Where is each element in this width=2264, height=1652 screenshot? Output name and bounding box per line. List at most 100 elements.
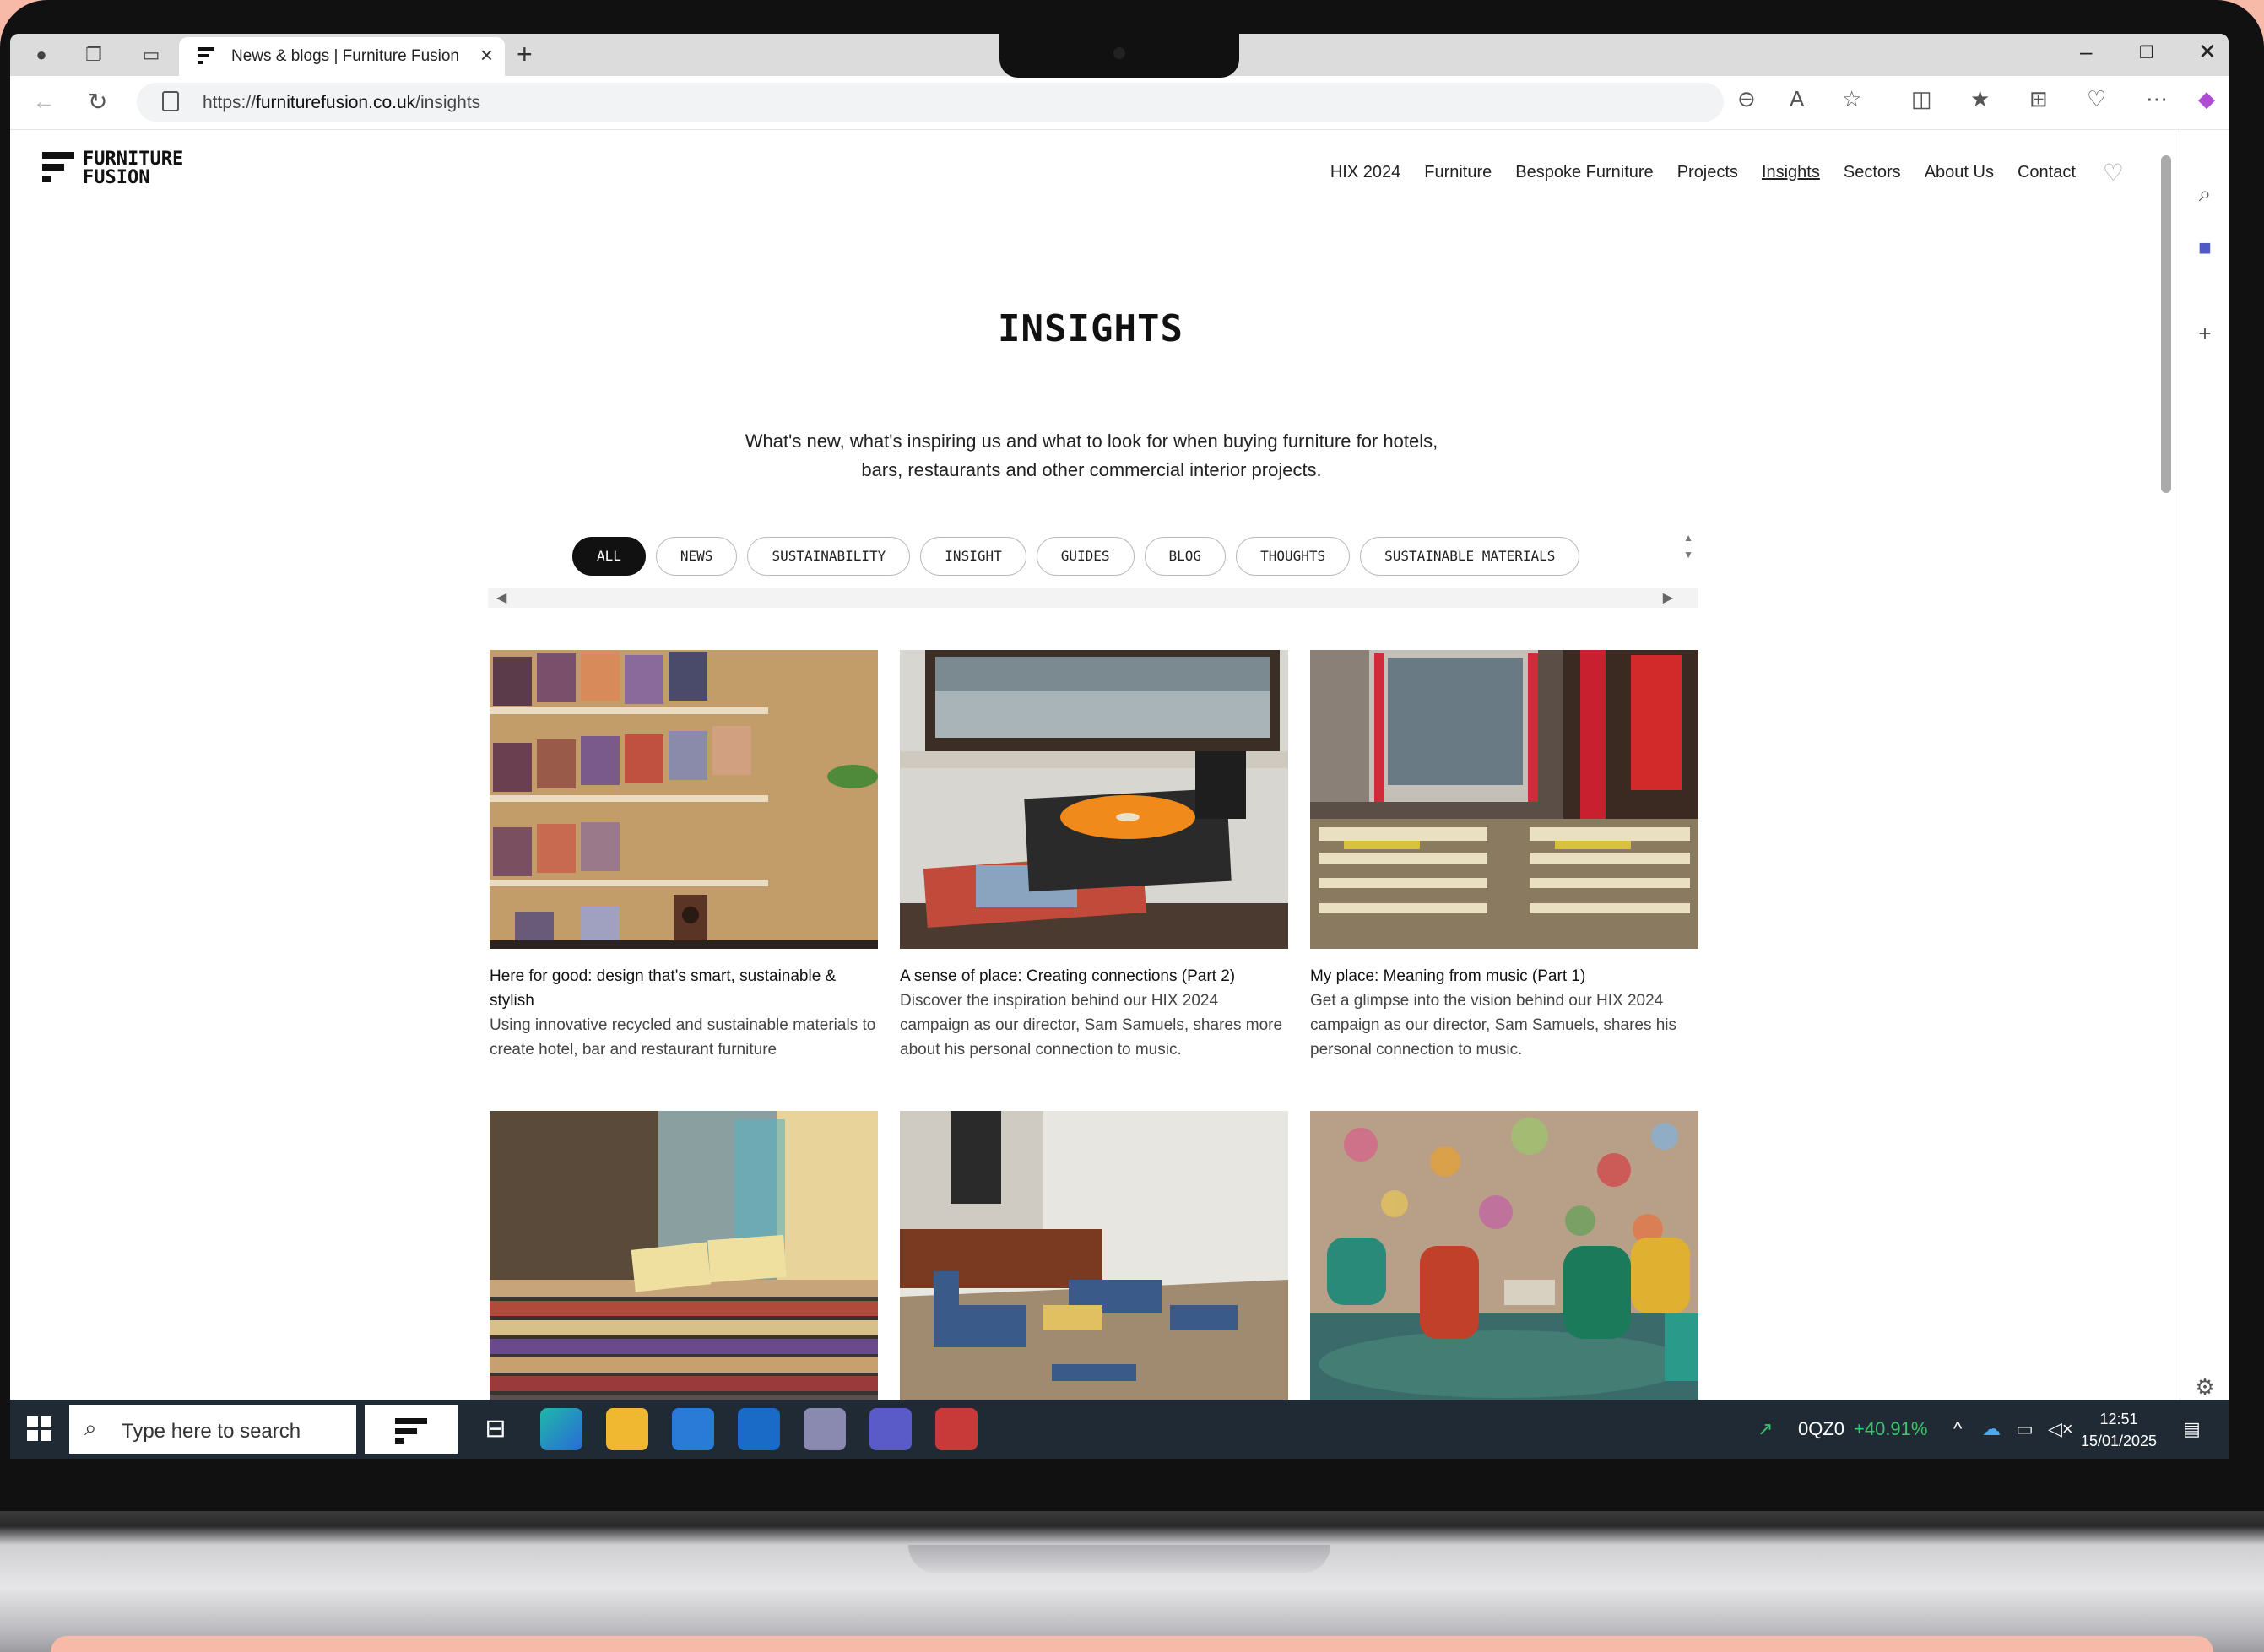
search-placeholder: Type here to search bbox=[122, 1420, 301, 1443]
more-menu-icon[interactable]: ⋯ bbox=[2146, 86, 2168, 112]
page-vertical-scrollbar[interactable] bbox=[2154, 130, 2180, 1400]
filter-guides[interactable]: GUIDES bbox=[1036, 537, 1135, 576]
new-tab-icon[interactable]: + bbox=[517, 39, 533, 70]
sidebar-settings-icon[interactable]: ⚙ bbox=[2180, 1374, 2229, 1400]
snipping-tool-icon[interactable] bbox=[804, 1408, 846, 1450]
teams-icon[interactable] bbox=[869, 1408, 912, 1450]
article-description: Get a glimpse into the vision behind our… bbox=[1310, 992, 1677, 1059]
article-description: Discover the inspiration behind our HIX … bbox=[900, 992, 1283, 1059]
sidebar-search-icon[interactable]: ⌕ bbox=[2180, 181, 2229, 208]
active-tab[interactable]: News & blogs | Furniture Fusion - × bbox=[179, 37, 505, 76]
filter-news[interactable]: NEWS bbox=[655, 537, 738, 576]
nav-insights[interactable]: Insights bbox=[1762, 163, 1820, 182]
nav-projects[interactable]: Projects bbox=[1677, 163, 1738, 182]
scroll-left-arrow-icon[interactable]: ◀ bbox=[496, 589, 506, 606]
browser-sidebar: ⌕ ■ + ⚙ bbox=[2180, 130, 2229, 1400]
minimize-icon[interactable]: – bbox=[2080, 39, 2092, 65]
filter-sustainable-materials[interactable]: SUSTAINABLE MATERIALS bbox=[1360, 537, 1580, 576]
windows-taskbar: ⌕ Type here to search ⊟ ↗ 0QZ0 +40.91% ^… bbox=[10, 1400, 2229, 1459]
page-title: INSIGHTS bbox=[998, 307, 1183, 350]
article-card[interactable] bbox=[1310, 1111, 1698, 1400]
search-icon: ⌕ bbox=[84, 1415, 97, 1440]
article-title[interactable]: My place: Meaning from music (Part 1) bbox=[1310, 964, 1698, 988]
copilot-icon[interactable]: ◆ bbox=[2198, 86, 2215, 112]
sidebar-teams-icon[interactable]: ■ bbox=[2180, 235, 2229, 261]
sidebar-add-icon[interactable]: + bbox=[2180, 321, 2229, 347]
favorites-icon[interactable]: ★ bbox=[1970, 86, 1990, 112]
nav-furniture[interactable]: Furniture bbox=[1424, 163, 1492, 182]
nav-hix-2024[interactable]: HIX 2024 bbox=[1330, 163, 1400, 182]
reload-icon[interactable]: ↻ bbox=[88, 88, 107, 116]
restore-icon[interactable]: ❐ bbox=[2139, 42, 2154, 63]
article-card[interactable] bbox=[490, 1111, 878, 1400]
article-card[interactable]: Here for good: design that's smart, sust… bbox=[490, 650, 878, 1062]
nav-sectors[interactable]: Sectors bbox=[1844, 163, 1901, 182]
article-title[interactable]: A sense of place: Creating connections (… bbox=[900, 964, 1288, 988]
laptop-opening-notch bbox=[908, 1545, 1330, 1573]
article-description: Using innovative recycled and sustainabl… bbox=[490, 1016, 876, 1059]
article-card[interactable] bbox=[900, 1111, 1288, 1400]
scroll-right-arrow-icon[interactable]: ▶ bbox=[1663, 589, 1673, 606]
workspaces-icon[interactable]: ❐ bbox=[81, 42, 106, 68]
logo-text: FURNITURE FUSION bbox=[83, 150, 183, 187]
filter-sustainability[interactable]: SUSTAINABILITY bbox=[747, 537, 911, 576]
volume-muted-icon[interactable]: ◁× bbox=[2048, 1418, 2073, 1440]
pdf-app-icon[interactable] bbox=[935, 1408, 978, 1450]
article-thumbnail-vinyl-crates[interactable] bbox=[490, 1111, 878, 1400]
nav-about-us[interactable]: About Us bbox=[1925, 163, 1994, 182]
read-aloud-icon[interactable]: A bbox=[1790, 86, 1804, 112]
filter-all[interactable]: ALL bbox=[572, 537, 646, 576]
zoom-out-icon[interactable]: ⊖ bbox=[1737, 86, 1756, 112]
tab-title: News & blogs | Furniture Fusion - bbox=[231, 47, 459, 65]
nav-bespoke-furniture[interactable]: Bespoke Furniture bbox=[1515, 163, 1653, 182]
browser-essentials-icon[interactable]: ♡ bbox=[2087, 86, 2106, 112]
category-filter-bar: ALL NEWS SUSTAINABILITY INSIGHT GUIDES B… bbox=[488, 532, 1698, 613]
article-thumbnail-record-shop[interactable] bbox=[1310, 650, 1698, 949]
wishlist-heart-icon[interactable]: ♡ bbox=[2103, 159, 2124, 187]
article-thumbnail-floral-lounge[interactable] bbox=[1310, 1111, 1698, 1400]
close-tab-icon[interactable]: × bbox=[480, 42, 493, 68]
article-thumbnail-blue-lounge[interactable] bbox=[900, 1111, 1288, 1400]
address-bar-row: ← ↻ https://furniturefusion.co.uk/insigh… bbox=[10, 76, 2229, 130]
task-view-icon[interactable]: ⊟ bbox=[474, 1408, 517, 1450]
scrollbar-thumb[interactable] bbox=[2161, 155, 2171, 493]
taskbar-clock[interactable]: 12:51 15/01/2025 bbox=[2078, 1408, 2159, 1452]
window-close-icon[interactable]: ✕ bbox=[2198, 39, 2217, 65]
filter-blog[interactable]: BLOG bbox=[1144, 537, 1227, 576]
clock-date: 15/01/2025 bbox=[2080, 1433, 2158, 1449]
article-thumbnail-record-wall[interactable] bbox=[490, 650, 878, 949]
filter-thoughts[interactable]: THOUGHTS bbox=[1236, 537, 1351, 576]
filter-horizontal-scrollbar[interactable]: ◀ ▶ bbox=[488, 588, 1698, 608]
tab-actions-icon[interactable]: ▭ bbox=[138, 42, 164, 68]
back-icon[interactable]: ← bbox=[32, 88, 56, 115]
url-input[interactable]: https://furniturefusion.co.uk/insights bbox=[137, 83, 1724, 122]
furniture-fusion-pin-icon[interactable] bbox=[365, 1405, 458, 1454]
notifications-icon[interactable]: ▤ bbox=[2183, 1418, 2201, 1440]
lock-icon bbox=[162, 91, 179, 111]
split-screen-icon[interactable]: ◫ bbox=[1911, 86, 1932, 112]
stock-ticker[interactable]: 0QZ0 bbox=[1798, 1418, 1844, 1440]
article-title[interactable]: Here for good: design that's smart, sust… bbox=[490, 964, 878, 1013]
filter-insight[interactable]: INSIGHT bbox=[920, 537, 1026, 576]
intro-line-2: bars, restaurants and other commercial i… bbox=[861, 459, 1322, 480]
webcam bbox=[1113, 47, 1125, 59]
scroll-up-arrow-icon[interactable]: ▲ bbox=[1683, 532, 1693, 544]
outlook-icon[interactable] bbox=[738, 1408, 780, 1450]
network-icon[interactable]: ▭ bbox=[2016, 1418, 2034, 1440]
profile-icon[interactable]: ● bbox=[29, 42, 54, 68]
windows-start-icon[interactable] bbox=[27, 1416, 52, 1442]
edge-browser-icon[interactable] bbox=[540, 1408, 582, 1450]
collections-icon[interactable]: ⊞ bbox=[2029, 86, 2048, 112]
scroll-down-arrow-icon[interactable]: ▼ bbox=[1683, 549, 1693, 561]
favorite-star-icon[interactable]: ☆ bbox=[1842, 86, 1861, 112]
nav-contact[interactable]: Contact bbox=[2018, 163, 2076, 182]
show-hidden-icons-icon[interactable]: ^ bbox=[1953, 1418, 1962, 1440]
microsoft-store-icon[interactable] bbox=[672, 1408, 714, 1450]
article-card[interactable]: My place: Meaning from music (Part 1) Ge… bbox=[1310, 650, 1698, 1062]
file-explorer-icon[interactable] bbox=[606, 1408, 648, 1450]
screen: ● ❐ ▭ News & blogs | Furniture Fusion - … bbox=[10, 34, 2229, 1459]
article-thumbnail-turntable[interactable] bbox=[900, 650, 1288, 949]
taskbar-search-box[interactable]: ⌕ Type here to search bbox=[69, 1405, 356, 1454]
article-card[interactable]: A sense of place: Creating connections (… bbox=[900, 650, 1288, 1062]
onedrive-icon[interactable]: ☁ bbox=[1982, 1418, 2001, 1440]
